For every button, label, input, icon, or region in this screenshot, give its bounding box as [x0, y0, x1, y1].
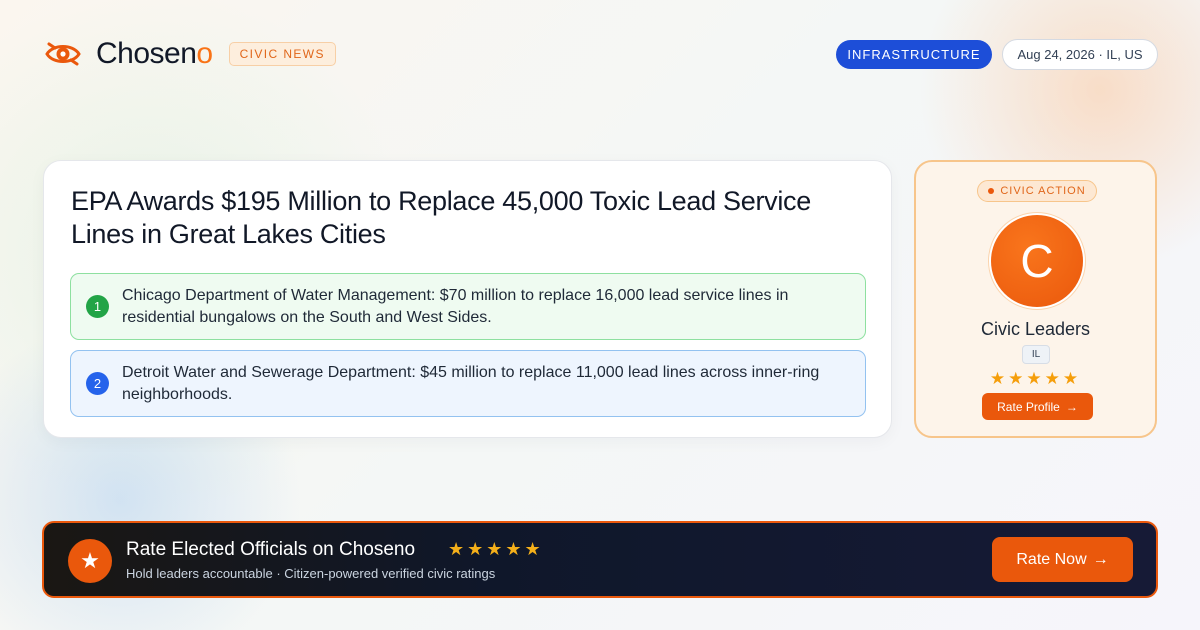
rate-now-button[interactable]: Rate Now → [992, 537, 1133, 582]
civic-action-tag: CIVIC ACTION [977, 180, 1097, 202]
article-point: 1 Chicago Department of Water Management… [70, 273, 866, 340]
cta-title: Rate Elected Officials on Choseno [126, 539, 416, 560]
point-number-badge: 1 [86, 295, 109, 318]
point-number-badge: 2 [86, 372, 109, 395]
dot-icon [988, 188, 995, 194]
brand-name: Choseno [96, 37, 213, 70]
state-badge: IL [1022, 345, 1050, 364]
arrow-right-icon: → [1092, 550, 1109, 568]
rating-stars-icon: ★★★★★ [989, 369, 1082, 388]
article-card: EPA Awards $195 Million to Replace 45,00… [43, 160, 892, 438]
point-text: Chicago Department of Water Management: … [122, 287, 789, 326]
arrow-right-icon: → [1065, 399, 1078, 414]
cta-stars-icon: ★★★★★ [448, 539, 544, 559]
article-headline: EPA Awards $195 Million to Replace 45,00… [71, 186, 811, 249]
cta-subtitle: Hold leaders accountable · Citizen-power… [126, 566, 496, 581]
news-category-tag: CIVIC NEWS [228, 42, 336, 66]
rate-profile-label: Rate Profile [997, 399, 1060, 414]
date-location-badge: Aug 24, 2026 · IL, US [1002, 39, 1158, 70]
star-icon: ★ [68, 539, 112, 583]
leader-name: Civic Leaders [980, 319, 1091, 339]
point-text: Detroit Water and Sewerage Department: $… [122, 364, 820, 403]
rate-profile-button[interactable]: Rate Profile → [982, 393, 1093, 420]
rate-now-label: Rate Now [1016, 550, 1087, 568]
brand[interactable]: Choseno CIVIC NEWS [44, 36, 336, 72]
civic-action-card: CIVIC ACTION C Civic Leaders IL ★★★★★ Ra… [914, 160, 1157, 438]
avatar[interactable]: C [991, 215, 1083, 307]
eye-logo-icon [45, 42, 81, 66]
topic-badge[interactable]: INFRASTRUCTURE [836, 40, 992, 69]
avatar-ring: C [988, 212, 1086, 310]
cta-banner: ★ Rate Elected Officials on Choseno ★★★★… [42, 521, 1158, 598]
article-point: 2 Detroit Water and Sewerage Department:… [70, 350, 866, 417]
